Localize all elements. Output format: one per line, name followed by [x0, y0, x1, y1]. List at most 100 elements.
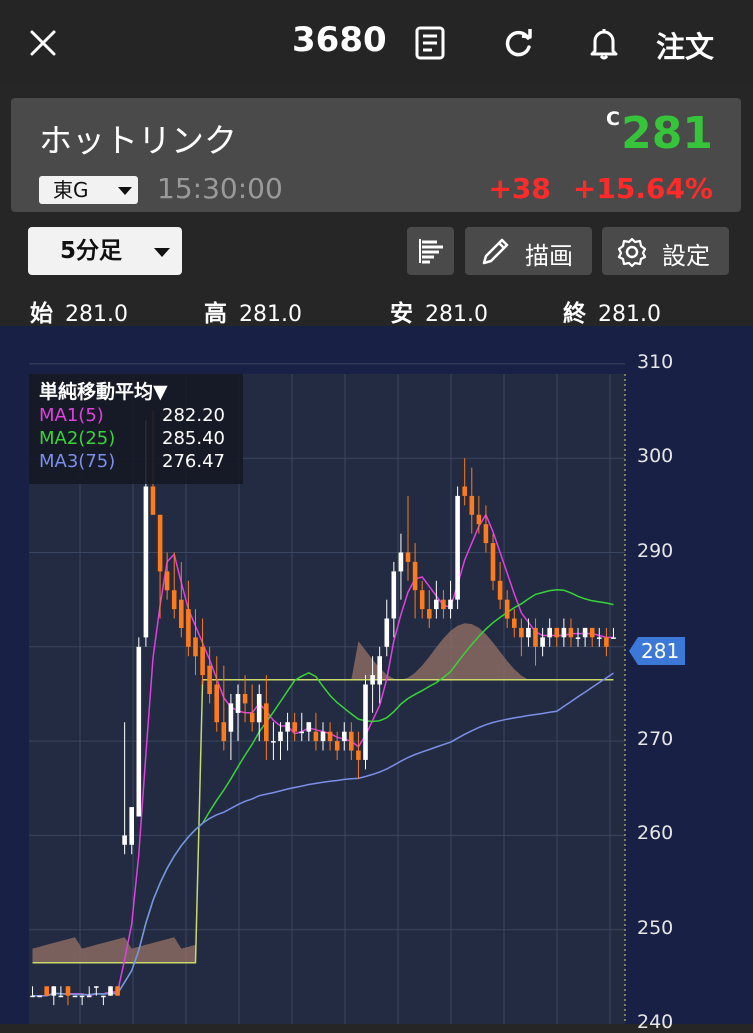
candle-body [271, 741, 276, 743]
candle-body [363, 684, 368, 760]
candle-body [320, 731, 326, 742]
candle-body [476, 514, 482, 525]
candle-body [94, 986, 99, 988]
candle-body [200, 646, 205, 676]
candlestick-chart[interactable] [0, 0, 753, 1024]
candle-body [540, 637, 545, 647]
candle-body [278, 731, 283, 742]
candle-body [434, 599, 439, 610]
candle-body [327, 731, 333, 742]
candle-body [405, 552, 411, 562]
candle-body [391, 571, 397, 619]
candle-body [157, 514, 163, 572]
candle-body [533, 627, 538, 647]
legend-row-ma3: MA3(75) 276.47 [39, 451, 235, 473]
y-tick-label: 270 [637, 728, 674, 751]
candle-body [334, 741, 340, 751]
candle-body [356, 750, 361, 760]
candle-body [441, 599, 446, 610]
candle-body [490, 543, 496, 581]
candle-body [150, 486, 156, 515]
candle-body [129, 807, 134, 845]
candle-body [285, 722, 290, 732]
ma1-name: MA1(5) [39, 405, 104, 426]
candle-body [143, 486, 149, 638]
candle-body [561, 627, 567, 638]
y-tick-label: 260 [637, 822, 674, 845]
candle-body [44, 986, 49, 996]
candle-body [483, 524, 489, 544]
legend-row-ma2: MA2(25) 285.40 [39, 428, 235, 450]
candle-body [115, 986, 120, 996]
cloud-span-b-line [32, 679, 614, 964]
candle-body [448, 599, 453, 610]
candle-body [299, 731, 304, 734]
ichimoku-cloud [32, 623, 614, 963]
candle-body [554, 627, 560, 638]
candle-body [575, 637, 581, 639]
candle-body [256, 694, 262, 723]
candle-body [164, 571, 170, 591]
ma2-name: MA2(25) [39, 428, 116, 449]
candle-body [504, 599, 510, 619]
candle-body [604, 637, 609, 647]
candle-body [249, 712, 255, 723]
candle-body [242, 694, 248, 704]
candle-body [412, 561, 418, 591]
candle-body [221, 722, 227, 742]
candle-body [65, 986, 71, 996]
candle-body [582, 627, 588, 638]
ma3-name: MA3(75) [39, 451, 116, 472]
candle-body [568, 627, 574, 638]
candle-body [349, 731, 354, 751]
candle-body [512, 618, 517, 628]
candle-body [342, 731, 347, 742]
candle-body [136, 646, 142, 817]
candle-body [171, 590, 177, 610]
candle-body [72, 995, 78, 998]
y-tick-label: 240 [637, 1011, 674, 1033]
candle-body [597, 637, 602, 639]
candle-body [30, 995, 35, 998]
legend-row-ma1: MA1(5) 282.20 [39, 405, 235, 427]
ma1-line [32, 513, 614, 997]
candle-body [51, 986, 57, 996]
ma2-line [32, 589, 614, 997]
candle-body [179, 599, 184, 628]
candle-body [186, 609, 191, 647]
candle-body [264, 703, 269, 742]
price-tag-value: 281 [641, 639, 680, 663]
candle-body [547, 627, 552, 638]
candle-body [384, 618, 390, 647]
candle-body [526, 627, 531, 638]
y-tick-label: 250 [637, 916, 674, 939]
candle-body [193, 637, 198, 657]
y-tick-label: 310 [637, 350, 674, 373]
candle-body [370, 675, 375, 685]
candle-body [122, 835, 127, 845]
candle-body [589, 627, 595, 638]
candle-body [398, 552, 404, 572]
candle-body [108, 986, 113, 996]
ma1-value: 282.20 [162, 405, 225, 426]
candle-body [313, 731, 319, 742]
candle-body [469, 495, 475, 515]
candle-body [519, 627, 524, 638]
candle-body [427, 609, 432, 619]
candle-body [497, 580, 503, 600]
candle-body [377, 656, 382, 685]
y-tick-label: 300 [637, 445, 674, 468]
sma-legend[interactable]: 単純移動平均▼ MA1(5) 282.20 MA2(25) 285.40 MA3… [29, 374, 243, 484]
candle-body [86, 995, 92, 998]
candle-body [101, 995, 106, 998]
candle-body [37, 995, 42, 998]
candle-body [214, 684, 219, 723]
candle-body [292, 722, 297, 732]
current-price-tag: 281 [629, 635, 685, 667]
candle-body [235, 694, 241, 713]
candle-body [58, 995, 64, 998]
candle-body [462, 486, 467, 496]
ma3-value: 276.47 [162, 451, 225, 472]
legend-title[interactable]: 単純移動平均▼ [39, 377, 168, 404]
y-tick-label: 290 [637, 539, 674, 562]
